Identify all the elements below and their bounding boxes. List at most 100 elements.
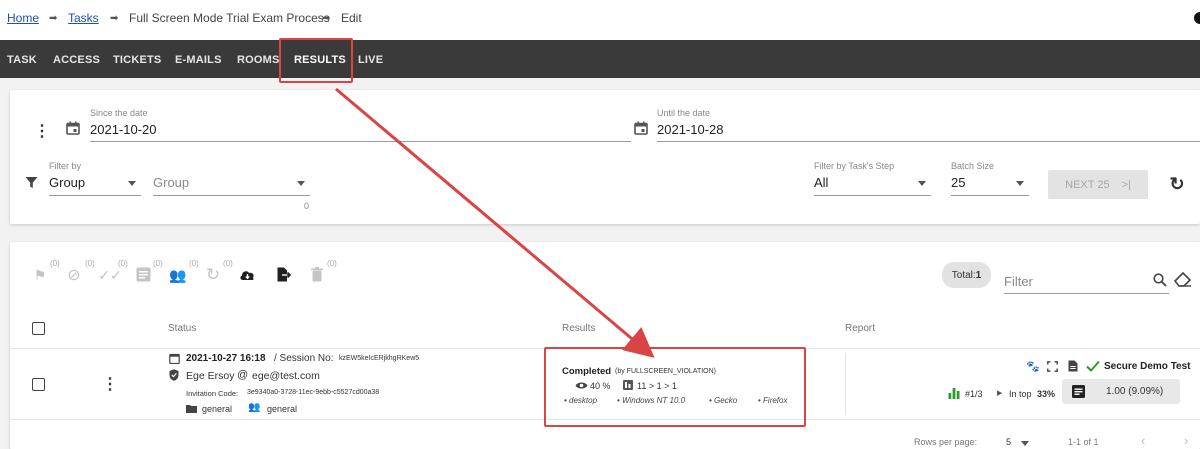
tab-rooms[interactable]: ROOMS [237,54,280,66]
user-avatar-icon[interactable] [1194,12,1200,24]
session-datetime: 2021-10-27 16:18 [186,353,266,364]
row-divider [10,419,1200,420]
folder-icon [186,405,197,413]
client-engine: • Gecko [709,396,738,405]
block-icon[interactable]: ⊘ [66,267,82,284]
group-select[interactable]: Group [153,175,189,190]
until-date-input[interactable]: 2021-10-28 [657,122,724,137]
arrow-right-icon: ➡ [110,13,119,24]
calendar-icon[interactable] [634,121,648,135]
filter-panel: ⋮ Since the date 2021-10-20 Until the da… [10,90,1200,224]
report-count: (0) [153,259,163,268]
chevron-down-icon[interactable] [918,181,926,186]
results-filter-input[interactable]: Filter [1004,274,1033,289]
client-browser: • Firefox [758,396,788,405]
breadcrumb-current: Edit [341,11,362,25]
flag-count: (0) [50,259,60,268]
fullscreen-icon[interactable] [1047,361,1058,372]
next-page-icon[interactable]: › [1184,433,1188,448]
refresh-icon[interactable]: ↻ [1168,173,1186,195]
row-checkbox[interactable] [32,378,45,391]
batch-size-label: Batch Size [951,161,995,171]
rows-per-page-select[interactable]: 5 [1006,437,1011,447]
tab-results[interactable]: RESULTS [294,54,346,66]
group-people-label: general [267,404,298,414]
calendar-icon [169,353,180,364]
eraser-icon[interactable] [1174,271,1192,287]
check-count: (0) [118,259,128,268]
report-icon[interactable] [136,267,151,282]
group-counter: 0 [304,201,310,211]
filter-icon [25,177,38,188]
since-date-label: Since the date [90,108,148,118]
tab-live[interactable]: LIVE [358,54,383,66]
calendar-icon[interactable] [66,121,80,135]
total-label: Total: [951,269,976,281]
breadcrumb-tasks-link[interactable]: Tasks [68,11,99,25]
next-batch-button[interactable]: NEXT 25 >| [1048,170,1148,199]
step-path: 11 > 1 > 1 [637,381,677,391]
client-os: • Windows NT 10.0 [617,396,686,405]
cloud-download-icon[interactable] [239,267,256,282]
total-value: 1 [975,269,982,281]
report-test-name: Secure Demo Test [1104,361,1191,372]
more-vert-icon[interactable]: ⋮ [34,123,50,140]
refresh-icon[interactable]: ↻ [205,265,221,284]
column-divider [845,353,846,415]
column-results: Results [562,323,596,334]
chevron-down-icon[interactable] [1021,441,1029,446]
proctor-icon[interactable]: 🐾 [1026,360,1040,373]
tab-bar: TASK ACCESS TICKETS E-MAILS ROOMS RESULT… [0,40,1200,78]
document-icon[interactable] [1068,360,1078,372]
task-step-label: Filter by Task's Step [814,161,895,171]
task-step-select[interactable]: All [814,175,828,190]
filter-by-select[interactable]: Group [49,175,85,190]
group-icon[interactable]: 👥 [169,267,187,283]
flag-icon[interactable]: ⚑ [32,267,48,283]
group-select-underline [153,195,310,196]
chevron-down-icon[interactable] [128,181,136,186]
group-people-icon: 👥 [248,402,261,413]
arrow-right-icon: ➡ [49,13,58,24]
at-icon: @ [237,369,249,381]
pagination-range: 1-1 of 1 [1068,437,1099,447]
verified-user-icon [169,369,179,381]
top-value: 33% [1037,389,1056,399]
table-row[interactable]: ⋮ 2021-10-27 16:18 / Session No: kzEW5ke… [10,349,1200,419]
invitation-label: Invitation Code: [186,389,239,398]
filter-by-underline [49,195,141,196]
skip-next-icon: >| [1121,178,1131,191]
double-check-icon[interactable]: ✓✓ [98,267,121,283]
tab-access[interactable]: ACCESS [53,54,100,66]
result-reason: (by FULLSCREEN_VIOLATION) [615,368,717,375]
chevron-down-icon[interactable] [297,181,305,186]
top-label: In top [1009,389,1032,399]
batch-size-select[interactable]: 25 [951,175,965,190]
delete-icon[interactable] [311,267,323,282]
since-date-input[interactable]: 2021-10-20 [90,122,157,137]
score-badge: 1.00 (9.09%) [1062,379,1180,404]
prev-page-icon[interactable]: ‹ [1141,433,1145,448]
arrow-right-icon: ➡ [322,13,331,24]
tab-task[interactable]: TASK [7,54,37,66]
results-filter-underline [1004,293,1169,294]
breadcrumb-home-link[interactable]: Home [7,11,39,25]
chevron-down-icon[interactable] [1016,181,1024,186]
check-icon [1086,360,1100,372]
search-icon[interactable] [1153,273,1167,287]
filter-by-label: Filter by [49,161,82,171]
column-report: Report [845,323,876,334]
select-all-checkbox[interactable] [32,322,45,335]
column-status: Status [168,323,197,334]
task-step-underline [814,195,931,196]
delete-count: (0) [327,259,337,268]
breadcrumb: Home ➡ Tasks ➡ Full Screen Mode Trial Ex… [0,0,1200,40]
more-vert-icon[interactable]: ⋮ [102,376,118,393]
rows-per-page-label: Rows per page: [914,437,978,447]
session-number: kzEW5keIcERjkhgRKew5 [339,355,420,362]
until-date-underline [657,141,1200,142]
tab-tickets[interactable]: TICKETS [113,54,161,66]
file-export-icon[interactable] [276,267,291,282]
group-folder-label: general [202,404,233,414]
tab-emails[interactable]: E-MAILS [175,54,222,66]
